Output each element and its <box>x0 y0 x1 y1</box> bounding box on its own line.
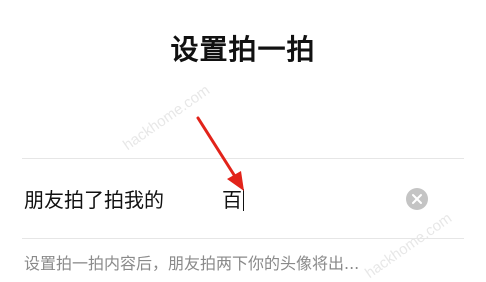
pat-prefix-label: 朋友拍了拍我的 <box>24 188 164 212</box>
pat-suffix-input[interactable]: 百 <box>222 186 244 214</box>
clear-circle-icon <box>412 194 422 204</box>
divider <box>22 238 464 239</box>
text-caret <box>243 189 244 211</box>
watermark: hackhome.com <box>120 81 214 154</box>
hint-text: 设置拍一拍内容后，朋友拍两下你的头像将出... <box>24 254 360 273</box>
pat-suffix-value: 百 <box>222 188 242 212</box>
clear-button[interactable] <box>406 188 428 210</box>
page-title: 设置拍一拍 <box>170 33 316 66</box>
